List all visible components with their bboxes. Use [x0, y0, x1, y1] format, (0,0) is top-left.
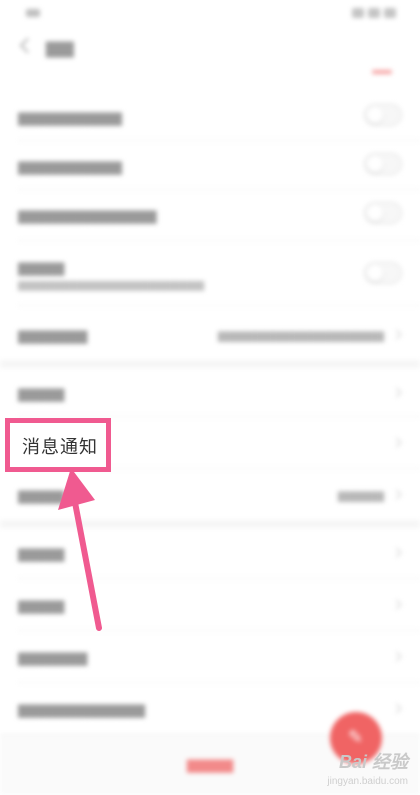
watermark-url: jingyan.baidu.com: [327, 776, 408, 787]
watermark: Bai 经验 jingyan.baidu.com: [327, 748, 408, 787]
annotation-arrow-icon: [58, 468, 102, 631]
watermark-brand: Bai 经验: [338, 752, 408, 772]
